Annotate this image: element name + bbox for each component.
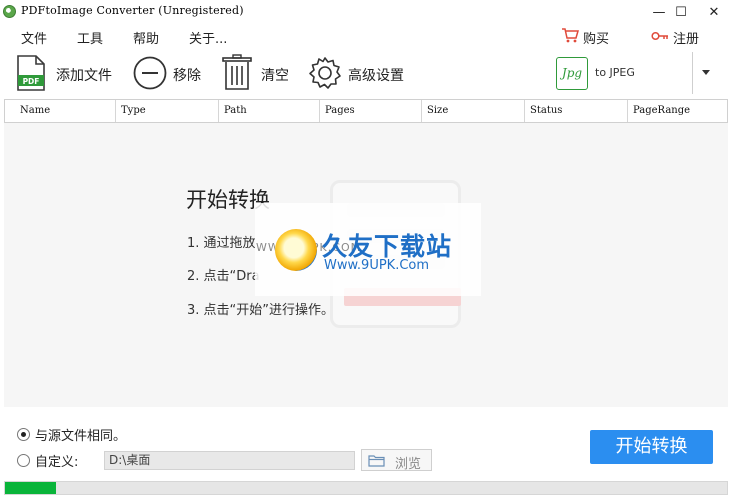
chevron-down-icon[interactable] <box>700 64 712 80</box>
jpg-format-icon: Jpg <box>556 57 588 90</box>
remove-label: 移除 <box>173 68 201 84</box>
menu-help[interactable]: 帮助 <box>133 28 159 47</box>
watermark-logo <box>275 229 317 271</box>
column-name[interactable]: Name <box>15 100 116 122</box>
column-path[interactable]: Path <box>219 100 320 122</box>
watermark-url: Www.9UPK.Com <box>324 258 430 273</box>
svg-text:PDF: PDF <box>23 77 40 86</box>
browse-button[interactable]: 浏览 <box>361 449 432 472</box>
same-as-source-label: 与源文件相同。 <box>35 429 127 444</box>
menu-tools[interactable]: 工具 <box>77 28 103 47</box>
progress-fill <box>5 482 56 494</box>
trash-icon <box>222 54 252 90</box>
window-title: PDFtoImage Converter (Unregistered) <box>21 4 244 17</box>
menu-about[interactable]: 关于... <box>189 28 227 47</box>
start-convert-button[interactable]: 开始转换 <box>590 430 713 464</box>
add-file-button[interactable]: PDF 添加文件 <box>16 50 120 96</box>
format-separator <box>692 52 693 94</box>
title-bar: PDFtoImage Converter (Unregistered) — ☐ … <box>0 0 735 25</box>
app-icon <box>3 5 16 18</box>
output-format-selector[interactable]: Jpg to JPEG <box>556 57 688 92</box>
clear-label: 清空 <box>261 68 289 84</box>
key-icon[interactable] <box>651 30 669 42</box>
browse-label: 浏览 <box>395 457 422 472</box>
column-pages[interactable]: Pages <box>320 100 422 122</box>
output-path-field[interactable]: D:\桌面 <box>104 451 355 470</box>
pdf-file-icon: PDF <box>17 55 45 91</box>
custom-path-label: 自定义: <box>35 455 79 470</box>
advanced-settings-button[interactable]: 高级设置 <box>308 50 412 96</box>
gear-icon <box>309 57 341 89</box>
column-type[interactable]: Type <box>116 100 219 122</box>
register-link[interactable]: 注册 <box>673 28 699 47</box>
guide-step-2: 2. 点击“Dra <box>187 269 260 284</box>
guide-step-3: 3. 点击“开始”进行操作。 <box>187 303 335 318</box>
guide-step-1: 1. 通过拖放 <box>187 236 256 251</box>
same-as-source-radio[interactable] <box>17 428 30 441</box>
remove-button[interactable]: 移除 <box>133 50 209 96</box>
output-format-label: to JPEG <box>595 66 635 79</box>
clear-button[interactable]: 清空 <box>222 50 296 96</box>
conversion-progress-bar <box>4 481 728 495</box>
close-button[interactable]: ✕ <box>694 0 734 25</box>
menu-file[interactable]: 文件 <box>21 28 47 47</box>
file-table-header: Name Type Path Pages Size Status PageRan… <box>4 99 728 123</box>
column-size[interactable]: Size <box>422 100 525 122</box>
folder-icon <box>368 455 385 467</box>
minus-circle-icon <box>133 56 167 90</box>
buy-link[interactable]: 购买 <box>583 28 609 47</box>
advanced-settings-label: 高级设置 <box>348 68 404 84</box>
add-file-label: 添加文件 <box>56 68 112 84</box>
cart-icon[interactable] <box>561 27 579 43</box>
column-status[interactable]: Status <box>525 100 628 122</box>
column-page-range[interactable]: PageRange <box>628 100 727 122</box>
custom-path-radio[interactable] <box>17 454 30 467</box>
menu-bar: 文件 工具 帮助 关于... <box>0 25 735 47</box>
